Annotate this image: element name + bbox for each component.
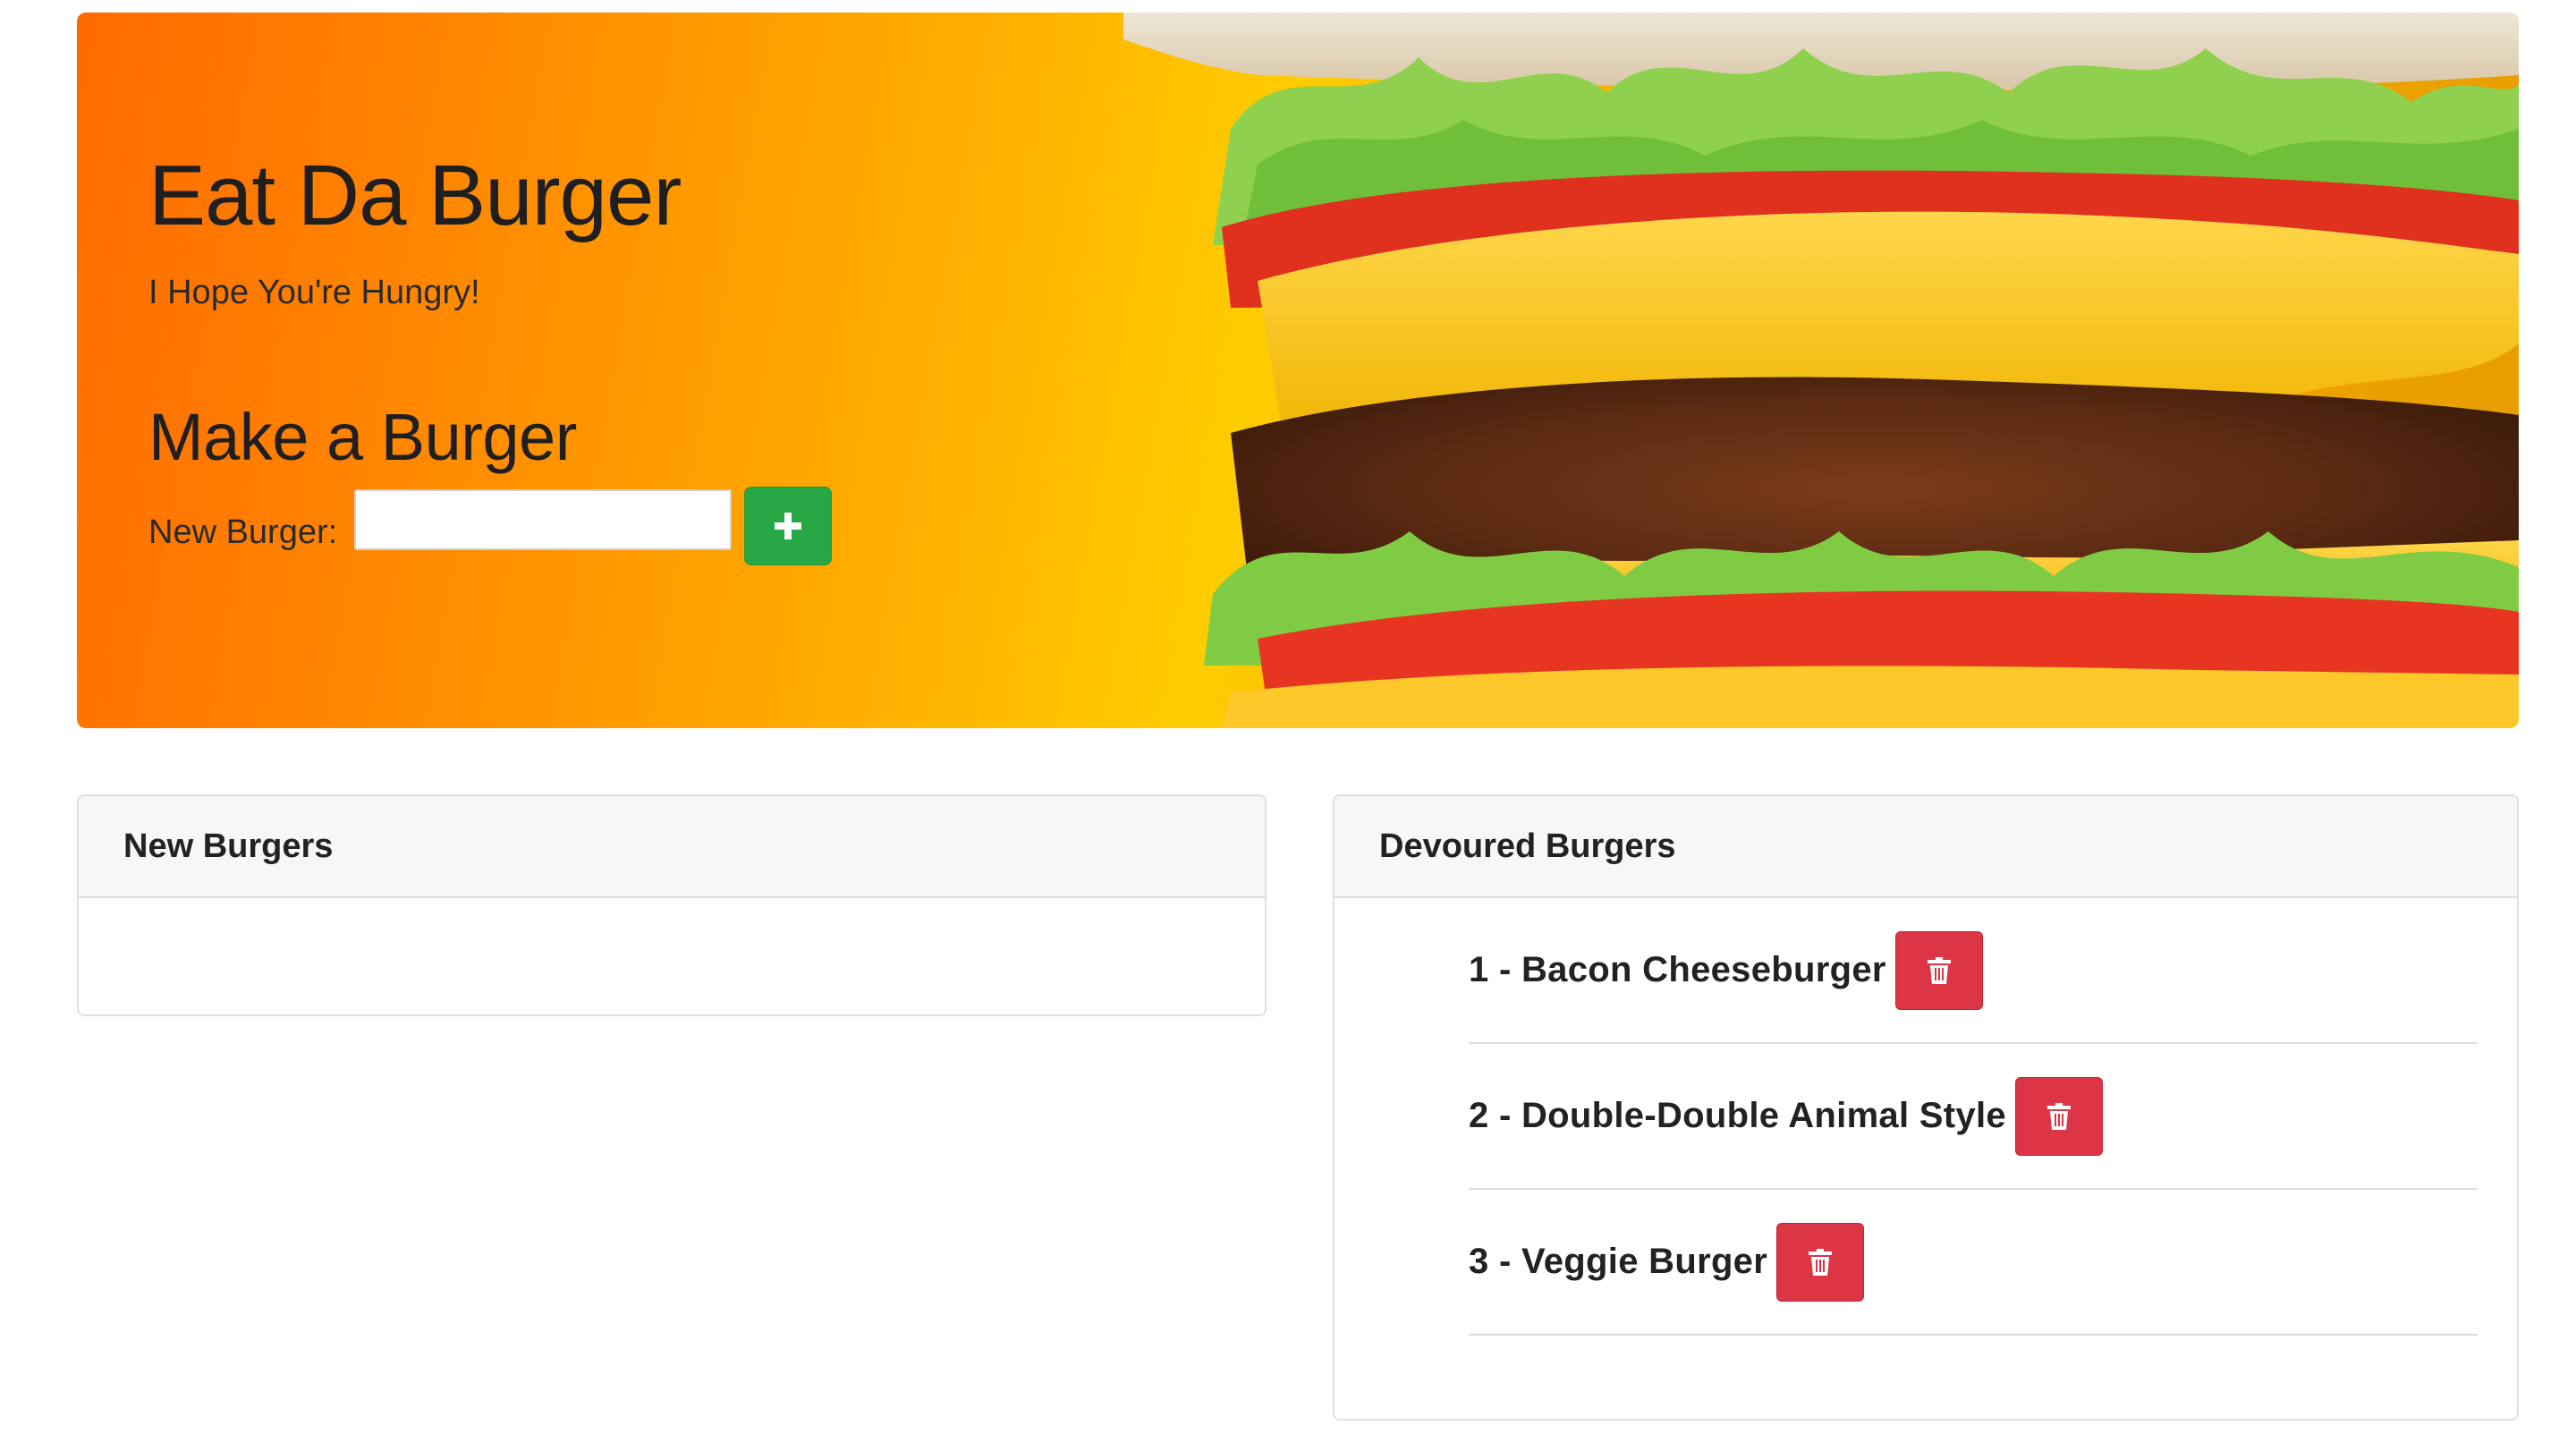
trash-icon bbox=[2046, 1102, 2071, 1130]
devoured-burgers-header: Devoured Burgers bbox=[1335, 796, 2517, 898]
form-title: Make a Burger bbox=[148, 400, 577, 474]
burger-name: 2 - Double-Double Animal Style bbox=[1469, 1096, 2006, 1135]
burger-hero-image bbox=[1123, 13, 2519, 728]
page-title: Eat Da Burger bbox=[148, 148, 682, 243]
burger-name: 1 - Bacon Cheeseburger bbox=[1469, 950, 1886, 989]
page-subtitle: I Hope You're Hungry! bbox=[148, 274, 480, 311]
list-item: 3 - Veggie Burger bbox=[1469, 1190, 2478, 1336]
new-burgers-card: New Burgers bbox=[77, 794, 1267, 1016]
list-item: 2 - Double-Double Animal Style bbox=[1469, 1044, 2478, 1190]
list-item: 1 - Bacon Cheeseburger bbox=[1469, 898, 2478, 1044]
new-burger-input[interactable] bbox=[354, 489, 732, 550]
devoured-burgers-card: Devoured Burgers 1 - Bacon Cheeseburger … bbox=[1333, 794, 2519, 1421]
trash-icon bbox=[1927, 956, 1951, 984]
trash-icon bbox=[1809, 1248, 1833, 1276]
delete-burger-button[interactable] bbox=[1776, 1222, 1865, 1302]
add-burger-button[interactable] bbox=[744, 487, 832, 565]
new-burger-label: New Burger: bbox=[148, 513, 338, 551]
plus-icon bbox=[775, 513, 801, 539]
devoured-burgers-list: 1 - Bacon Cheeseburger 2 - Double-Double… bbox=[1469, 898, 2478, 1336]
jumbotron: Eat Da Burger I Hope You're Hungry! Make… bbox=[77, 13, 2519, 728]
delete-burger-button[interactable] bbox=[1894, 930, 1983, 1010]
burger-name: 3 - Veggie Burger bbox=[1469, 1242, 1768, 1281]
new-burgers-header: New Burgers bbox=[79, 796, 1265, 898]
delete-burger-button[interactable] bbox=[2014, 1076, 2103, 1156]
